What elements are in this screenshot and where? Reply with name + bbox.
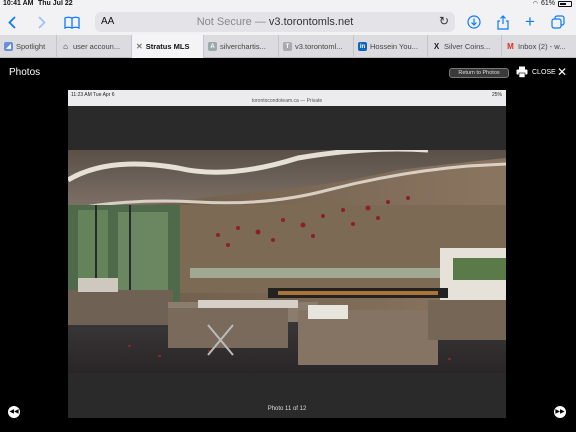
a-favicon-icon: A: [208, 42, 217, 51]
tab-inbox[interactable]: M Inbox (2) - w...: [502, 35, 576, 58]
tab-stratus-mls[interactable]: ✕ Stratus MLS: [132, 35, 204, 58]
url-text: Not Secure — v3.torontomls.net: [95, 16, 455, 28]
status-bar: 10:41 AM Thu Jul 22 ◠ 61%: [0, 0, 576, 9]
battery-icon: [558, 0, 572, 7]
tab-v3-torontomls[interactable]: T v3.torontoml...: [279, 35, 354, 58]
wifi-icon: ◠: [532, 1, 538, 7]
gmail-favicon-icon: M: [507, 42, 514, 51]
tab-spotlight[interactable]: ◢ Spotlight: [0, 35, 57, 58]
previous-photo-button[interactable]: ◀◀: [8, 406, 20, 418]
new-tab-icon[interactable]: +: [522, 12, 538, 31]
share-icon[interactable]: [495, 13, 511, 31]
linkedin-favicon-icon: in: [358, 42, 367, 51]
tab-label: v3.torontoml...: [295, 42, 343, 51]
return-to-photos-button[interactable]: Return to Photos: [449, 68, 509, 78]
tab-user-account[interactable]: ⌂ user accoun...: [57, 35, 132, 58]
forward-icon[interactable]: [36, 13, 48, 31]
listing-photo: [68, 150, 506, 373]
tab-silverchartist[interactable]: A silverchartis...: [204, 35, 279, 58]
photo-viewer: Photos Return to Photos CLOSE ✕ 11:23 AM…: [0, 58, 576, 432]
embedded-url: torontocondoteam.ca — Private: [251, 98, 323, 104]
tabs-icon[interactable]: [550, 13, 566, 31]
photo-counter: Photo 11 of 12: [267, 406, 307, 412]
close-button[interactable]: CLOSE: [532, 69, 556, 76]
home-favicon-icon: ⌂: [63, 42, 68, 51]
next-photo-button[interactable]: ▶▶: [554, 406, 566, 418]
tab-label: user accoun...: [73, 42, 121, 51]
status-time: 10:41 AM: [3, 0, 34, 7]
fast-forward-icon: ▶▶: [555, 409, 565, 415]
tab-label: Hossein You...: [370, 42, 418, 51]
t-favicon-icon: T: [283, 42, 292, 51]
viewer-title: Photos: [9, 67, 41, 78]
reload-icon[interactable]: ↻: [439, 14, 449, 28]
embedded-battery: 25%: [491, 92, 502, 98]
photo-frame: 11:23 AM Tue Apr 6 torontocondoteam.ca —…: [68, 90, 506, 418]
status-right: ◠ 61%: [533, 0, 572, 7]
battery-percent: 61%: [540, 0, 555, 7]
lounge-photo-illustration: [68, 150, 506, 373]
tab-silver-coins[interactable]: X Silver Coins...: [428, 35, 502, 58]
security-label: Not Secure —: [196, 16, 266, 28]
status-date: Thu Jul 22: [38, 0, 73, 7]
x-favicon-icon: X: [433, 42, 440, 51]
back-icon[interactable]: [6, 13, 18, 31]
tab-label: silverchartis...: [220, 42, 266, 51]
url-host: v3.torontomls.net: [268, 16, 354, 28]
book-icon[interactable]: [63, 13, 81, 31]
browser-toolbar: AA Not Secure — v3.torontomls.net ↻ +: [0, 9, 576, 35]
tab-label: Stratus MLS: [145, 42, 190, 51]
tab-label: Spotlight: [16, 42, 46, 51]
print-icon[interactable]: [516, 65, 528, 78]
close-tab-icon[interactable]: ✕: [136, 42, 143, 51]
battery-level: [560, 2, 567, 5]
download-icon[interactable]: [466, 13, 482, 31]
tab-hossein[interactable]: in Hossein You...: [354, 35, 428, 58]
close-icon[interactable]: ✕: [557, 66, 567, 78]
tab-label: Inbox (2) - w...: [518, 42, 566, 51]
tab-label: Silver Coins...: [444, 42, 491, 51]
embedded-browser-bar: 11:23 AM Tue Apr 6 torontocondoteam.ca —…: [68, 90, 506, 106]
address-bar[interactable]: AA Not Secure — v3.torontomls.net ↻: [95, 12, 455, 32]
spotlight-favicon-icon: ◢: [4, 42, 13, 51]
tab-bar: ◢ Spotlight ⌂ user accoun... ✕ Stratus M…: [0, 35, 576, 58]
rewind-icon: ◀◀: [9, 409, 19, 415]
